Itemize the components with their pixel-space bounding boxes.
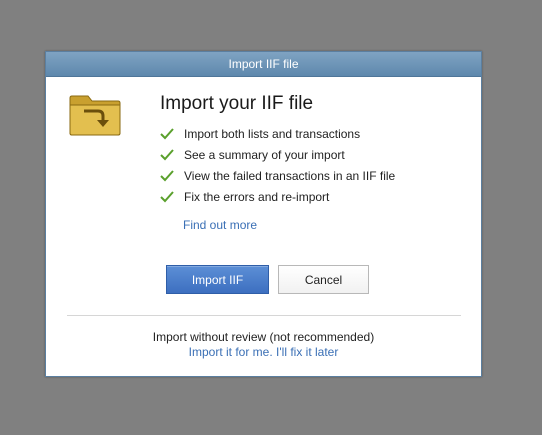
- find-out-more-link[interactable]: Find out more: [183, 218, 257, 232]
- feature-item: Fix the errors and re-import: [160, 186, 395, 207]
- feature-item: See a summary of your import: [160, 144, 395, 165]
- dialog-heading: Import your IIF file: [160, 93, 314, 114]
- feature-text: Fix the errors and re-import: [184, 189, 330, 204]
- feature-text: See a summary of your import: [184, 147, 345, 162]
- import-without-review-link[interactable]: Import it for me. I'll fix it later: [189, 345, 339, 359]
- folder-arrow-icon: [69, 95, 121, 136]
- feature-text: Import both lists and transactions: [184, 126, 361, 141]
- feature-item: View the failed transactions in an IIF f…: [160, 165, 395, 186]
- import-without-review-text: Import without review (not recommended): [152, 330, 375, 344]
- feature-list: Import both lists and transactions See a…: [160, 123, 395, 207]
- checkmark-icon: [160, 127, 174, 139]
- cancel-button[interactable]: Cancel: [278, 265, 369, 294]
- feature-item: Import both lists and transactions: [160, 123, 395, 144]
- checkmark-icon: [160, 148, 174, 160]
- dialog-title: Import IIF file: [228, 57, 299, 71]
- import-iif-button[interactable]: Import IIF: [166, 265, 269, 294]
- checkmark-icon: [160, 169, 174, 181]
- feature-text: View the failed transactions in an IIF f…: [184, 168, 396, 183]
- dialog-titlebar[interactable]: Import IIF file: [46, 52, 481, 77]
- divider: [67, 315, 461, 316]
- checkmark-icon: [160, 190, 174, 202]
- import-iif-dialog: Import IIF file Import your IIF file Imp…: [45, 51, 482, 377]
